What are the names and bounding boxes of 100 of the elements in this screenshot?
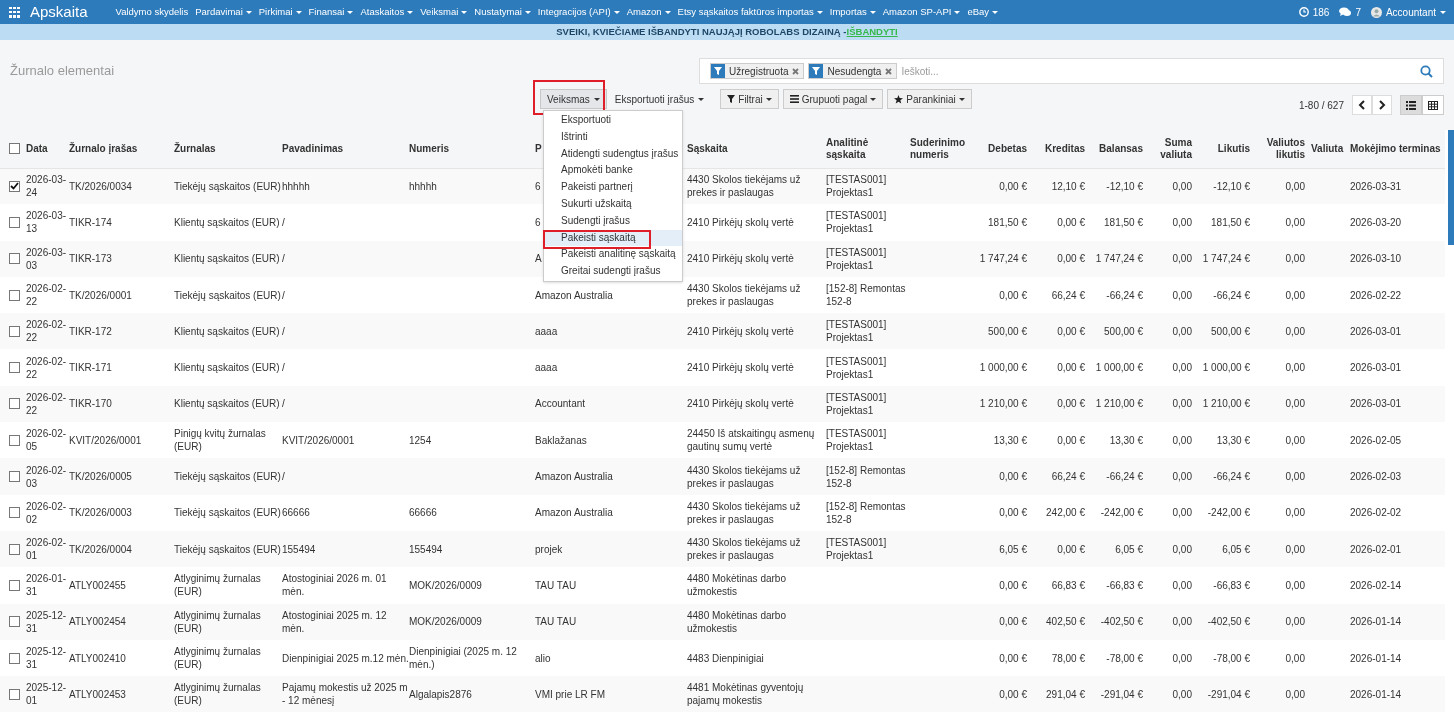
filter-facet[interactable]: Nesudengta (808, 63, 898, 79)
list-view-button[interactable] (1400, 95, 1422, 115)
table-cell: -66,83 € (1106, 579, 1143, 591)
column-header[interactable]: Analitinė sąskaita (826, 136, 906, 161)
table-cell: 0,00 (1172, 579, 1192, 591)
menu-item[interactable]: Ištrinti (561, 128, 588, 146)
table-cell: 2026-02-22 (26, 283, 67, 308)
nav-menu-item[interactable]: Veiksmai (420, 4, 468, 20)
checkbox[interactable] (9, 325, 20, 337)
nav-menu-item[interactable]: Importas (829, 4, 876, 20)
column-header[interactable]: Data (26, 142, 65, 155)
column-header[interactable]: Žurnalas (174, 142, 278, 155)
checkbox[interactable] (9, 688, 20, 700)
search-icon[interactable] (1420, 64, 1433, 78)
messages-link[interactable]: 7 (1339, 4, 1361, 20)
table-cell: -242,00 € (1207, 507, 1250, 519)
toolbar-dropdown-button[interactable]: Filtrai (720, 89, 779, 109)
column-header[interactable]: Balansas (1091, 142, 1143, 155)
nav-menu-item[interactable]: Amazon (626, 4, 671, 20)
nav-menu-item[interactable]: Amazon SP-API (882, 4, 961, 20)
user-menu[interactable]: Accountant (1370, 4, 1446, 20)
menu-item[interactable]: Eksportuoti (561, 112, 612, 129)
checkbox[interactable] (9, 616, 20, 628)
checkbox[interactable] (9, 180, 20, 192)
nav-menu-item[interactable]: Pardavimai (195, 4, 252, 20)
checkbox[interactable] (9, 362, 20, 374)
table-cell: -402,50 € (1100, 616, 1143, 628)
nav-menu-item[interactable]: Pirkimai (258, 4, 302, 20)
menu-item[interactable]: Atidengti sudengtus įrašus (561, 145, 679, 163)
export-button[interactable]: Eksportuoti įrašus (610, 89, 709, 109)
column-header[interactable]: Likutis (1198, 142, 1250, 155)
column-header[interactable]: Suma valiuta (1149, 136, 1192, 161)
table-cell: 181,50 € (988, 216, 1027, 228)
caret-icon (347, 10, 354, 14)
menu-item[interactable]: Sukurti užskaitą (561, 196, 632, 213)
table-cell: TIKR-170 (69, 398, 112, 410)
checkbox[interactable] (9, 216, 20, 228)
table-cell: aaaa (535, 325, 558, 337)
scrollbar-thumb[interactable] (1448, 130, 1454, 245)
nav-menu-item[interactable]: Integracijos (API) (537, 4, 620, 20)
checkbox[interactable] (9, 579, 20, 591)
checkbox[interactable] (9, 434, 20, 446)
column-header[interactable]: Sąskaita (687, 142, 822, 155)
checkbox[interactable] (9, 289, 20, 301)
checkbox[interactable] (9, 652, 20, 664)
table-cell: [TESTAS001] Projektas1 (826, 246, 887, 271)
grid-view-button[interactable] (1422, 95, 1444, 115)
table-cell: 2026-02-02 (1350, 507, 1402, 519)
checkbox[interactable] (9, 471, 20, 482)
table-cell: 2025-12-01 (26, 682, 67, 707)
remove-icon[interactable] (885, 67, 893, 75)
checkbox[interactable] (9, 543, 20, 555)
checkbox[interactable] (9, 507, 20, 519)
column-header[interactable]: Debetas (970, 142, 1027, 155)
column-header[interactable]: Žurnalo įrašas (69, 142, 170, 155)
menu-item[interactable]: Pakeisti partnerį (561, 179, 633, 196)
column-header[interactable]: Valiuta (1311, 142, 1346, 155)
table-cell: MOK/2026/0009 (409, 616, 482, 628)
nav-menu-item[interactable]: Ataskaitos (360, 4, 414, 20)
table-cell: ATLY002454 (69, 616, 126, 628)
previous-button[interactable] (1352, 95, 1372, 115)
nav-menu-item[interactable]: eBay (967, 4, 999, 20)
checkbox[interactable] (9, 143, 20, 155)
activity-link[interactable]: 186 (1298, 4, 1330, 20)
checkbox[interactable] (9, 253, 20, 265)
menu-item[interactable]: Pakeisti analitinę sąskaitą (561, 246, 676, 264)
table-cell: 1 210,00 € (979, 398, 1027, 410)
nav-menu-item[interactable]: Finansai (308, 4, 354, 20)
table-cell: 1 747,24 € (979, 253, 1027, 265)
table-cell: [TESTAS001] Projektas1 (826, 174, 887, 199)
next-button[interactable] (1372, 95, 1392, 115)
checkbox[interactable] (9, 398, 20, 410)
column-header[interactable]: Pavadinimas (282, 142, 405, 155)
nav-menu-item[interactable]: Nustatymai (474, 4, 531, 20)
table-cell: 2026-02-22 (26, 355, 67, 380)
toolbar-dropdown-button[interactable]: Grupuoti pagal (782, 89, 884, 109)
search-field[interactable]: Užregistruota Nesudengta Ieškoti... (699, 58, 1444, 84)
table-cell: projek (535, 543, 563, 555)
column-header[interactable]: Kreditas (1033, 142, 1085, 155)
table-cell: 2410 Pirkėjų skolų vertė (687, 398, 794, 410)
table-cell: TK/2026/0004 (69, 543, 132, 555)
menu-item[interactable]: Greitai sudengti įrašus (561, 263, 661, 280)
remove-icon[interactable] (792, 67, 800, 75)
apps-icon[interactable] (9, 6, 20, 18)
column-header[interactable]: Mokėjimo terminas (1350, 142, 1441, 155)
column-header[interactable]: Suderinimo numeris (910, 136, 966, 161)
column-header[interactable]: Valiutos likutis (1256, 136, 1305, 161)
actions-button[interactable]: Veiksmas (540, 89, 607, 109)
table-cell: 0,00 (1172, 289, 1192, 301)
nav-menu-item[interactable]: Valdymo skydelis (115, 4, 189, 20)
table-cell: Klientų sąskaitos (EUR) (174, 398, 280, 410)
menu-item[interactable]: Sudengti įrašus (561, 212, 630, 230)
table-cell: aaaa (535, 362, 558, 374)
filter-facet[interactable]: Užregistruota (710, 63, 805, 79)
nav-menu-item[interactable]: Etsy sąskaitos faktūros importas (677, 4, 823, 20)
table-cell: 1 210,00 € (1095, 398, 1143, 410)
table-cell: 4480 Mokėtinas darbo užmokestis (687, 609, 786, 634)
toolbar-dropdown-button[interactable]: Parankiniai (887, 89, 972, 109)
column-header[interactable]: Numeris (409, 142, 531, 155)
menu-item[interactable]: Apmokėti banke (561, 162, 633, 180)
